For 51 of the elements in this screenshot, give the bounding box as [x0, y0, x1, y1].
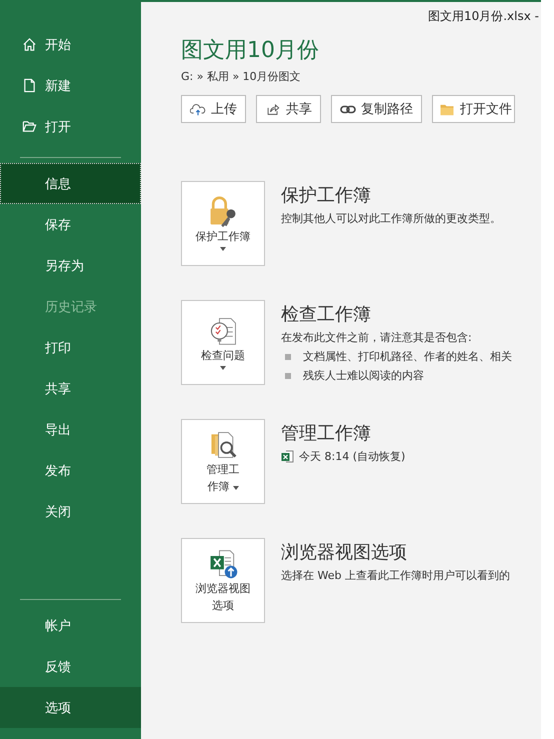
- folder-icon: [22, 119, 37, 134]
- menu-item[interactable]: 导出: [0, 409, 141, 450]
- section-heading: 检查工作簿: [281, 303, 372, 326]
- section-button[interactable]: 浏览器视图 选项: [181, 538, 265, 623]
- section-heading: 保护工作簿: [281, 184, 372, 207]
- menu-item[interactable]: 共享: [0, 368, 141, 409]
- bullet-icon: [285, 354, 291, 360]
- cloud-upload-icon: [190, 102, 206, 116]
- bullet-text: 残疾人士难以阅读的内容: [303, 368, 424, 383]
- link-icon: [340, 102, 356, 116]
- menu-item[interactable]: 打开: [0, 106, 141, 147]
- section-button[interactable]: 检查问题: [181, 300, 265, 385]
- section-description: 选择在 Web 上查看此工作簿时用户可以看到的: [281, 568, 510, 583]
- section-button[interactable]: 保护工作簿: [181, 181, 265, 266]
- menu-item[interactable]: 选项: [0, 687, 141, 728]
- folder-icon: [439, 102, 455, 116]
- menu-item[interactable]: 打印: [0, 327, 141, 368]
- file-path: G: » 私用 » 10月份图文: [181, 69, 302, 84]
- section-heading: 浏览器视图选项: [281, 541, 408, 564]
- document-icon: [22, 78, 37, 93]
- home-icon: [22, 37, 37, 52]
- page-title: 图文用10月份: [181, 37, 320, 65]
- action-button[interactable]: 共享: [256, 95, 321, 123]
- menu-item[interactable]: 帐户: [0, 605, 141, 646]
- section-heading: 管理工作簿: [281, 422, 372, 445]
- window-title: 图文用10月份.xlsx -: [428, 8, 539, 25]
- excel-file-icon: [281, 450, 294, 463]
- menu-item[interactable]: 另存为: [0, 245, 141, 286]
- menu-item[interactable]: 保存: [0, 204, 141, 245]
- menu-label: 打开: [45, 118, 71, 136]
- section-description: 控制其他人可以对此工作簿所做的更改类型。: [281, 211, 501, 226]
- menu-item[interactable]: 发布: [0, 450, 141, 491]
- bullet-icon: [285, 372, 291, 378]
- caret-icon: [220, 246, 226, 251]
- caret-icon: [220, 366, 226, 370]
- menu-item[interactable]: 反馈: [0, 646, 141, 687]
- menu-item[interactable]: 新建: [0, 65, 141, 106]
- menu-item[interactable]: 开始: [0, 24, 141, 65]
- caret-icon: [232, 486, 239, 490]
- bullet-text: 文档属性、打印机路径、作者的姓名、相关: [303, 349, 512, 364]
- menu-item[interactable]: 信息: [0, 163, 141, 204]
- share-icon: [265, 102, 281, 116]
- action-button[interactable]: 复制路径: [331, 95, 422, 123]
- action-button[interactable]: 上传: [181, 95, 246, 123]
- section-description: 在发布此文件之前，请注意其是否包含:: [281, 330, 473, 345]
- menu-label: 开始: [45, 36, 71, 54]
- action-button[interactable]: 打开文件: [432, 95, 515, 123]
- menu-item[interactable]: 关闭: [0, 491, 141, 532]
- menu-label: 新建: [45, 78, 71, 94]
- section-button[interactable]: 管理工 作簿: [181, 419, 265, 504]
- version-entry[interactable]: 今天 8:14 (自动恢复): [299, 449, 406, 464]
